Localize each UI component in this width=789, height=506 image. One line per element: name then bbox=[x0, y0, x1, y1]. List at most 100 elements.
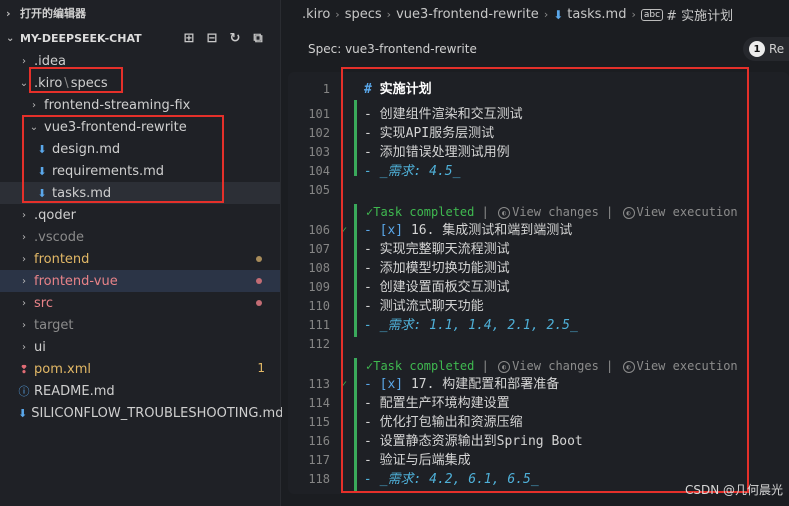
code-line: - 添加模型切换功能测试 bbox=[364, 261, 510, 276]
codelens-separator: | bbox=[481, 359, 489, 373]
diff-icon: ◐ bbox=[498, 206, 511, 219]
tree-item-frontend-vue[interactable]: › frontend-vue bbox=[0, 270, 280, 292]
code-line: - 测试流式聊天功能 bbox=[364, 299, 484, 314]
line-number: 116 bbox=[308, 434, 330, 448]
tree-item-idea[interactable]: › .idea bbox=[0, 50, 280, 72]
tree-item-vue3-frontend-rewrite[interactable]: ⌄ vue3-frontend-rewrite bbox=[0, 116, 280, 138]
tree-item-frontend[interactable]: › frontend bbox=[0, 248, 280, 270]
view-execution-link[interactable]: View execution bbox=[637, 359, 738, 373]
chevron-right-icon: › bbox=[22, 253, 26, 265]
code-line: - 实现API服务层测试 bbox=[364, 126, 495, 141]
code-line: - 创建设置面板交互测试 bbox=[364, 280, 510, 295]
task-title: 16. 集成测试和端到端测试 bbox=[410, 223, 573, 238]
tree-item-vscode[interactable]: › .vscode bbox=[0, 226, 280, 248]
sticky-heading: # 实施计划 bbox=[364, 80, 432, 99]
symbol-string-icon: abc bbox=[640, 8, 664, 21]
watermark: CSDN @几何晨光 bbox=[684, 483, 783, 497]
spec-step-pill[interactable]: 1 Re bbox=[743, 37, 789, 61]
file-tree: › .idea ⌄ .kiro \ specs › frontend-strea… bbox=[0, 50, 283, 424]
tree-item-label: README.md bbox=[34, 383, 115, 399]
markdown-download-icon: ⬇ bbox=[37, 164, 47, 178]
tree-item-label: src bbox=[34, 295, 53, 311]
view-execution-link[interactable]: View execution bbox=[637, 205, 738, 219]
heading-hash: # bbox=[364, 82, 372, 97]
open-editors-header[interactable]: › 打开的编辑器 bbox=[0, 0, 280, 26]
diff-icon: ◐ bbox=[498, 360, 511, 373]
chevron-right-icon: › bbox=[22, 297, 26, 309]
code-line: - 设置静态资源输出到Spring Boot bbox=[364, 434, 583, 449]
tree-item-ui[interactable]: › ui bbox=[0, 336, 280, 358]
collapse-all-icon[interactable]: ⧉ bbox=[250, 30, 266, 46]
refresh-icon[interactable]: ↻ bbox=[227, 30, 243, 46]
codelens-separator: | bbox=[606, 205, 614, 219]
tree-item-siliconflow-md[interactable]: ⬇ SILICONFLOW_TROUBLESHOOTING.md bbox=[0, 402, 283, 424]
heading-text: 实施计划 bbox=[379, 82, 432, 97]
chevron-right-icon: › bbox=[631, 8, 636, 21]
tree-item-requirements-md[interactable]: ⬇ requirements.md bbox=[0, 160, 280, 182]
tree-item-qoder[interactable]: › .qoder bbox=[0, 204, 280, 226]
line-number: 109 bbox=[308, 280, 330, 294]
tree-item-readme-md[interactable]: ⓘ README.md bbox=[0, 380, 280, 402]
project-name: MY-DEEPSEEK-CHAT bbox=[20, 31, 142, 45]
chevron-down-icon: ⌄ bbox=[19, 77, 29, 89]
code-editor[interactable]: 1 # 实施计划 101 - 创建组件渲染和交互测试 102 - 实现API服务… bbox=[288, 72, 789, 494]
tree-item-design-md[interactable]: ⬇ design.md bbox=[0, 138, 280, 160]
markdown-download-icon: ⬇ bbox=[37, 142, 47, 156]
chevron-right-icon: › bbox=[6, 6, 11, 20]
tree-item-label: requirements.md bbox=[52, 163, 165, 179]
gutter-change-bar bbox=[354, 358, 357, 491]
project-header[interactable]: ⌄ MY-DEEPSEEK-CHAT ⊞ ⊟ ↻ ⧉ bbox=[0, 26, 280, 50]
view-changes-link[interactable]: View changes bbox=[512, 205, 599, 219]
view-changes-link[interactable]: View changes bbox=[512, 359, 599, 373]
chevron-right-icon: › bbox=[335, 8, 340, 21]
tree-item-kiro-specs[interactable]: ⌄ .kiro \ specs bbox=[0, 72, 280, 94]
chevron-right-icon: › bbox=[22, 231, 26, 243]
markdown-download-icon: ⬇ bbox=[37, 186, 47, 200]
line-number: 106 bbox=[308, 223, 330, 237]
breadcrumb-item[interactable]: specs bbox=[345, 7, 382, 22]
code-line: - 创建组件渲染和交互测试 bbox=[364, 107, 523, 122]
open-editors-label: 打开的编辑器 bbox=[20, 7, 86, 20]
spec-label: Spec: vue3-frontend-rewrite bbox=[308, 42, 477, 56]
code-line: - _需求: 1.1, 1.4, 2.1, 2.5_ bbox=[364, 318, 578, 333]
task-completed-label: Task completed bbox=[373, 359, 475, 373]
modified-dot bbox=[256, 278, 262, 284]
breadcrumb-item[interactable]: vue3-frontend-rewrite bbox=[396, 7, 539, 22]
breadcrumb-item[interactable]: # 实施计划 bbox=[666, 5, 733, 24]
new-folder-icon[interactable]: ⊟ bbox=[204, 30, 220, 46]
step-number-badge: 1 bbox=[749, 41, 765, 57]
code-line: - 配置生产环境构建设置 bbox=[364, 396, 510, 411]
breadcrumb: .kiro › specs › vue3-frontend-rewrite › … bbox=[282, 0, 789, 29]
tree-item-src[interactable]: › src bbox=[0, 292, 280, 314]
line-number: 114 bbox=[308, 396, 330, 410]
line-number: 117 bbox=[308, 453, 330, 467]
task-done-check-icon: ✓ bbox=[341, 225, 348, 236]
line-number: 104 bbox=[308, 164, 330, 178]
breadcrumb-item[interactable]: .kiro bbox=[302, 7, 330, 22]
breadcrumb-item[interactable]: tasks.md bbox=[567, 7, 626, 22]
line-number: 107 bbox=[308, 242, 330, 256]
execution-icon: ◐ bbox=[622, 360, 635, 373]
task-codelens: ✓Task completed | ◐ View changes | ◐ View … bbox=[366, 358, 738, 374]
tree-item-label: frontend-vue bbox=[34, 273, 118, 289]
line-number: 113 bbox=[308, 377, 330, 391]
line-number: 111 bbox=[308, 318, 330, 332]
new-file-icon[interactable]: ⊞ bbox=[181, 30, 197, 46]
tree-item-tasks-md[interactable]: ⬇ tasks.md bbox=[0, 182, 280, 204]
line-number: 105 bbox=[308, 183, 330, 197]
line-number: 112 bbox=[308, 337, 330, 351]
chevron-right-icon: › bbox=[22, 209, 26, 221]
tree-item-pom-xml[interactable]: ❢ pom.xml 1 bbox=[0, 358, 280, 380]
task-completed-label: Task completed bbox=[373, 205, 475, 219]
chevron-right-icon: › bbox=[22, 319, 26, 331]
task-checkbox[interactable]: - [x] bbox=[364, 377, 403, 392]
tree-item-frontend-streaming-fix[interactable]: › frontend-streaming-fix bbox=[0, 94, 280, 116]
task-checkbox[interactable]: - [x] bbox=[364, 223, 403, 238]
code-line: - _需求: 4.2, 6.1, 6.5_ bbox=[364, 472, 539, 487]
chevron-right-icon: › bbox=[22, 275, 26, 287]
tree-item-label: tasks.md bbox=[52, 185, 112, 201]
tree-item-target[interactable]: › target bbox=[0, 314, 280, 336]
tree-item-label: pom.xml bbox=[34, 361, 91, 377]
chevron-right-icon: › bbox=[22, 55, 26, 67]
line-number: 102 bbox=[308, 126, 330, 140]
